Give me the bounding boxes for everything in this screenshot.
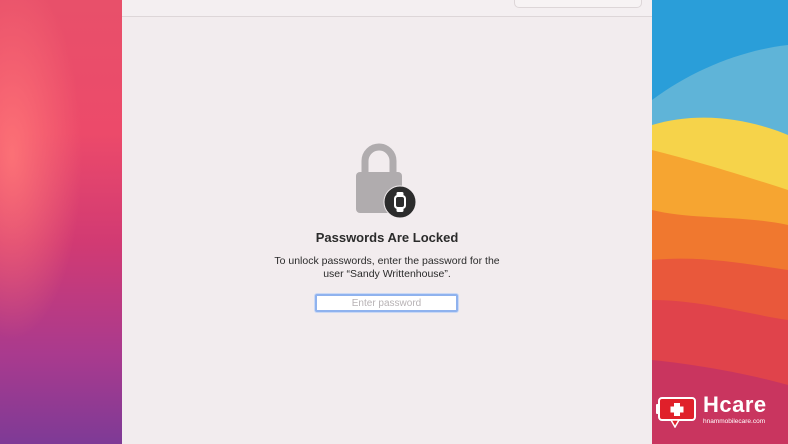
hcare-brand-text: Hcare xyxy=(703,392,767,417)
passwords-window: Passwords Are Locked To unlock passwords… xyxy=(122,0,652,444)
toolbar-title-area xyxy=(148,0,242,4)
wallpaper-left xyxy=(0,0,122,444)
hcare-logo-icon xyxy=(656,397,696,428)
password-input[interactable] xyxy=(315,294,458,312)
hcare-url-text: hnammobilecare.com xyxy=(703,418,766,425)
locked-title: Passwords Are Locked xyxy=(315,230,459,245)
lock-graphic xyxy=(122,140,652,220)
unlock-instructions: To unlock passwords, enter the password … xyxy=(274,255,500,280)
toolbar-search-field[interactable] xyxy=(514,0,642,8)
hcare-watermark-logo: Hcare hnammobilecare.com xyxy=(655,392,783,434)
wallpaper-right xyxy=(652,0,788,444)
apple-watch-icon xyxy=(383,185,417,219)
window-toolbar xyxy=(122,0,652,17)
